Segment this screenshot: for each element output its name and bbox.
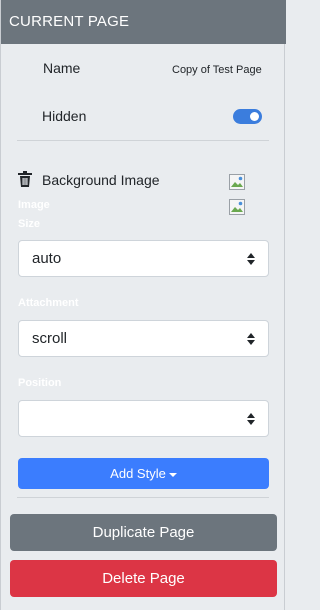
position-label: Position bbox=[18, 377, 62, 389]
hidden-toggle[interactable] bbox=[233, 109, 262, 124]
broken-image-icon bbox=[229, 174, 245, 190]
page-name-value[interactable]: Copy of Test Page bbox=[172, 64, 262, 76]
caret-down-icon bbox=[168, 472, 177, 477]
divider bbox=[17, 497, 269, 498]
image-size-label-line1: Image bbox=[18, 199, 50, 211]
attachment-label: Attachment bbox=[18, 297, 79, 309]
image-size-select[interactable]: auto bbox=[18, 240, 269, 277]
position-select[interactable] bbox=[18, 400, 269, 437]
trash-icon[interactable] bbox=[18, 171, 32, 187]
delete-page-button[interactable]: Delete Page bbox=[10, 560, 277, 597]
toggle-knob bbox=[250, 112, 259, 121]
add-style-label: Add Style bbox=[110, 466, 166, 481]
divider bbox=[17, 140, 269, 141]
select-caret-icon bbox=[247, 413, 255, 425]
select-caret-icon bbox=[247, 333, 255, 345]
select-caret-icon bbox=[247, 253, 255, 265]
duplicate-page-button[interactable]: Duplicate Page bbox=[10, 514, 277, 551]
panel-title: CURRENT PAGE bbox=[1, 0, 286, 44]
broken-image-icon bbox=[229, 199, 245, 215]
attachment-value: scroll bbox=[32, 330, 68, 347]
image-size-value: auto bbox=[32, 250, 62, 267]
add-style-button[interactable]: Add Style bbox=[18, 458, 269, 489]
name-label: Name bbox=[43, 60, 81, 76]
background-image-title: Background Image bbox=[42, 172, 160, 188]
image-size-label-line2: Size bbox=[18, 218, 41, 230]
hidden-label: Hidden bbox=[42, 108, 87, 124]
current-page-panel: CURRENT PAGE Name Copy of Test Page Hidd… bbox=[0, 0, 286, 610]
attachment-select[interactable]: scroll bbox=[18, 320, 269, 357]
